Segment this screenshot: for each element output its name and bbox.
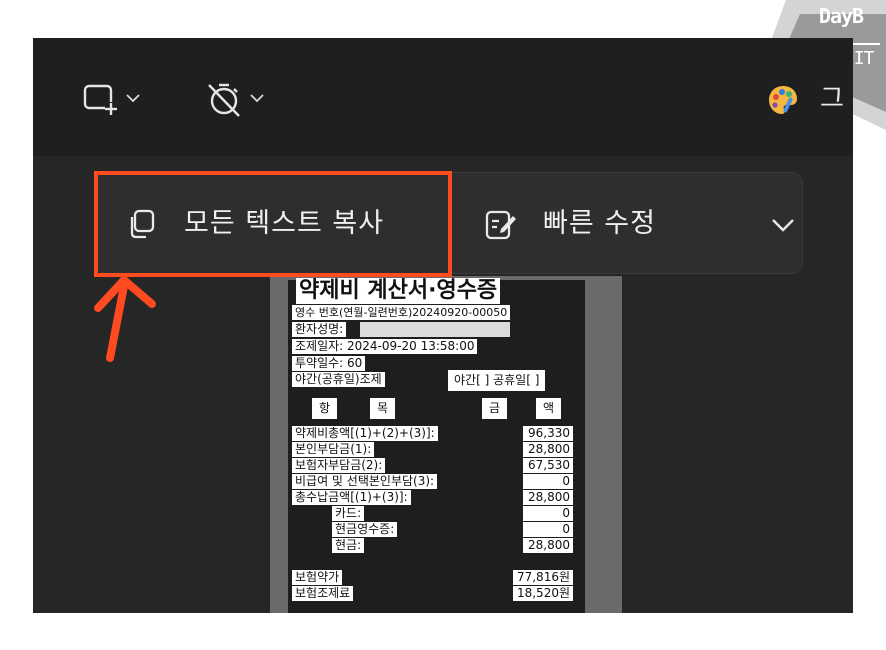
- app-label: 그: [820, 84, 844, 114]
- chevron-down-icon: [125, 91, 141, 107]
- receipt-header: 항: [312, 398, 338, 419]
- receipt-title: 약제비 계산서·영수증: [296, 278, 501, 304]
- receipt-header: 목: [370, 398, 396, 419]
- receipt-footer-value: 77,816원: [513, 570, 573, 585]
- timer-off-icon: [208, 83, 240, 117]
- receipt-row-label: 카드:: [332, 506, 365, 521]
- receipt-night-flags: 야간[ ] 공휴일[ ]: [448, 370, 546, 391]
- quick-edit-button[interactable]: 빠른 수정: [483, 207, 656, 241]
- receipt-footer-value: 18,520원: [513, 586, 573, 601]
- receipt-dispense-date: 조제일자: 2024-09-20 13:58:00: [292, 339, 478, 354]
- annotation-arrow-icon: [94, 276, 156, 362]
- receipt-row-label: 총수납금액[(1)+(3)]:: [292, 490, 411, 505]
- highlight-box: [94, 171, 452, 277]
- quick-edit-label: 빠른 수정: [543, 208, 656, 239]
- receipt-image: 약제비 계산서·영수증 영수 번호(연월-일련번호)20240920-00050…: [288, 278, 585, 613]
- receipt-header: 금: [482, 398, 508, 419]
- receipt-row-label: 약제비총액[(1)+(2)+(3)]:: [292, 426, 438, 441]
- receipt-row-value: 28,800: [523, 538, 573, 553]
- receipt-row-label: 본인부담금(1):: [292, 442, 375, 457]
- receipt-row-value: 0: [523, 522, 573, 537]
- toolbar: 그: [33, 38, 853, 156]
- receipt-row-label: 현금영수증:: [332, 522, 398, 537]
- redacted-name: [360, 322, 510, 337]
- receipt-row-label: 현금:: [332, 538, 365, 553]
- receipt-night: 야간(공휴일)조제: [292, 372, 385, 387]
- receipt-row-value: 96,330: [523, 426, 573, 441]
- receipt-footer-label: 보험조제료: [292, 586, 354, 601]
- receipt-row-value: 0: [523, 474, 573, 489]
- chevron-down-icon: [249, 91, 265, 107]
- watermark-brand: DayB: [818, 4, 864, 28]
- receipt-row-value: 28,800: [523, 442, 573, 457]
- receipt-row-label: 보험자부담금(2):: [292, 458, 386, 473]
- more-options-button[interactable]: [768, 213, 798, 237]
- paint-palette-icon[interactable]: [766, 83, 800, 117]
- receipt-row-value: 0: [523, 506, 573, 521]
- receipt-issue-no: 영수 번호(연월-일련번호)20240920-00050: [292, 305, 511, 320]
- receipt-row-value: 28,800: [523, 490, 573, 505]
- receipt-row-value: 67,530: [523, 458, 573, 473]
- capture-mode-dropdown[interactable]: [81, 79, 141, 119]
- receipt-days: 투약일수: 60: [292, 356, 366, 371]
- chevron-down-icon: [772, 219, 794, 232]
- rectangle-snip-icon: [83, 84, 117, 115]
- receipt-header: 액: [536, 398, 562, 419]
- receipt-row-label: 비급여 및 선택본인부담(3):: [292, 474, 438, 489]
- edit-note-icon: [485, 210, 516, 240]
- receipt-footer-label: 보험약가: [292, 570, 343, 585]
- receipt-patient: 환자성명:: [292, 322, 347, 337]
- timer-dropdown[interactable]: [205, 79, 265, 119]
